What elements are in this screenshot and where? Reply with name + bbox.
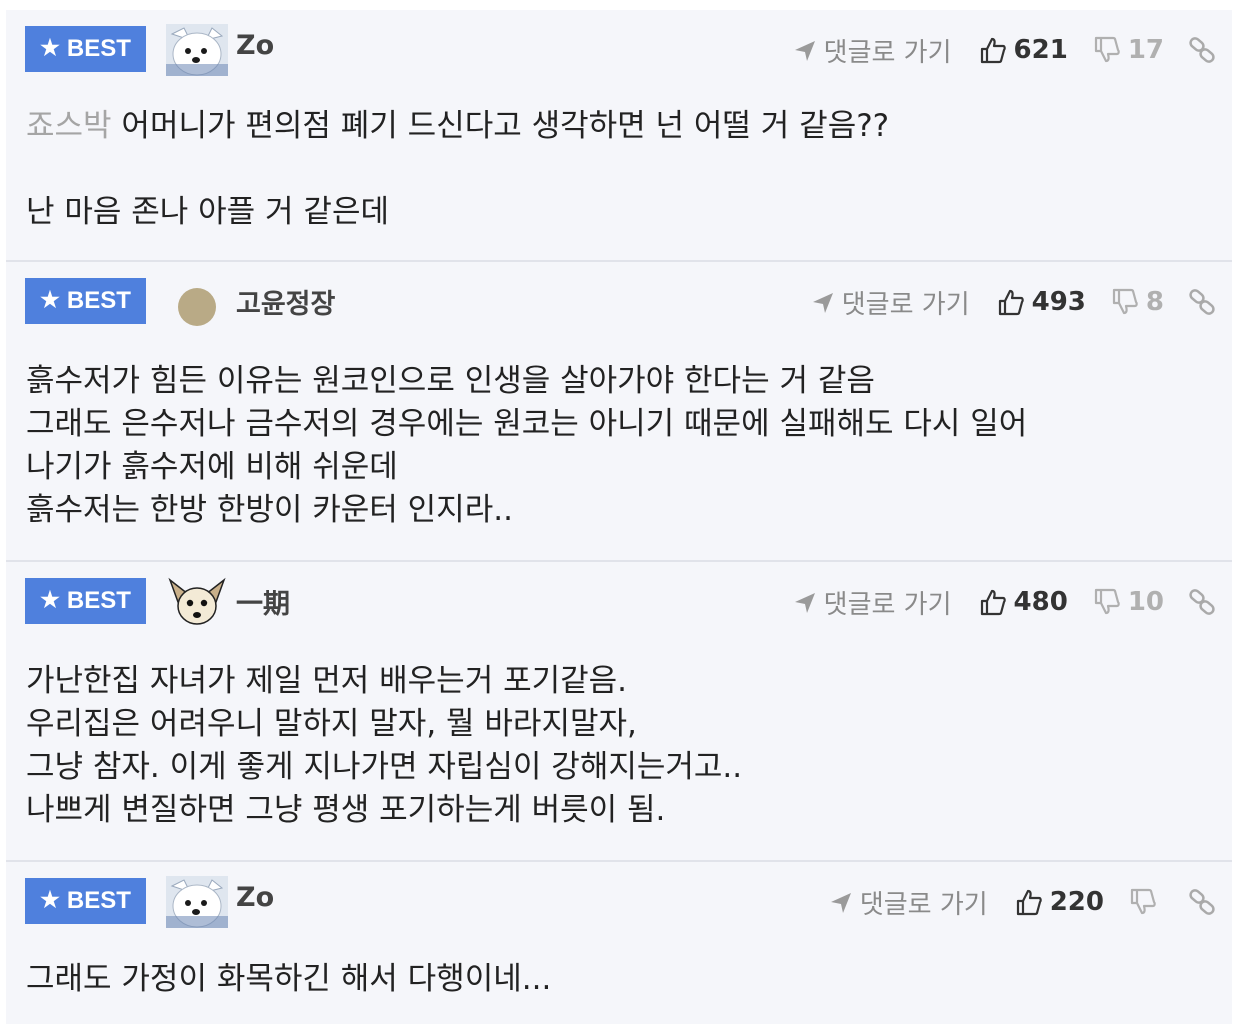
comment-line: 우리집은 어려우니 말하지 말자, 뭘 바라지말자, bbox=[26, 706, 637, 742]
star-icon: ★ bbox=[40, 35, 60, 60]
go-to-reply-button[interactable]: 댓글로 가기 bbox=[828, 884, 988, 921]
comment-item: ★ BEST 一期 댓글로 가기 480 10 가난한집 자녀가 제일 먼저 배… bbox=[6, 562, 1232, 862]
go-to-reply-label: 댓글로 가기 bbox=[823, 589, 952, 620]
comment-actions: 댓글로 가기 220 bbox=[828, 884, 1216, 920]
comment-header: ★ BEST 고윤정장 댓글로 가기 493 8 bbox=[6, 276, 1232, 326]
dislike-count: 8 bbox=[1145, 287, 1164, 317]
like-count: 493 bbox=[1031, 287, 1086, 317]
best-badge-label: BEST bbox=[66, 887, 131, 914]
thumbs-down-icon bbox=[1094, 588, 1120, 615]
like-button[interactable]: 493 bbox=[998, 287, 1086, 317]
thumbs-down-icon bbox=[1130, 888, 1156, 915]
dislike-button[interactable] bbox=[1130, 888, 1164, 916]
best-badge-label: BEST bbox=[66, 287, 131, 314]
thumbs-up-icon bbox=[980, 589, 1006, 616]
comment-body: 가난한집 자녀가 제일 먼저 배우는거 포기같음. 우리집은 어려우니 말하지 … bbox=[26, 660, 1220, 832]
like-count: 621 bbox=[1013, 35, 1068, 65]
comment-item: ★ BEST 고윤정장 댓글로 가기 493 8 흙수저가 힘든 이유는 원코인… bbox=[6, 262, 1232, 562]
send-arrow-icon bbox=[794, 41, 815, 61]
dislike-count: 10 bbox=[1127, 587, 1164, 617]
link-button[interactable] bbox=[1188, 36, 1216, 64]
comment-body: 죠스박 어머니가 편의점 폐기 드신다고 생각하면 넌 어떨 거 같음?? 난 … bbox=[26, 105, 1220, 234]
comment-line: 흙수저는 한방 한방이 카운터 인지라.. bbox=[26, 492, 513, 528]
thumbs-up-icon bbox=[980, 37, 1006, 64]
comment-line: 그래도 가정이 화목하긴 해서 다행이네... bbox=[26, 961, 552, 997]
go-to-reply-button[interactable]: 댓글로 가기 bbox=[810, 284, 970, 321]
comment-body: 흙수저가 힘든 이유는 원코인으로 인생을 살아가야 한다는 거 같음 그래도 … bbox=[26, 360, 1220, 532]
thumbs-down-icon bbox=[1112, 288, 1138, 315]
like-button[interactable]: 621 bbox=[980, 35, 1068, 65]
like-button[interactable]: 220 bbox=[1016, 887, 1104, 917]
fox-dog-avatar[interactable] bbox=[166, 576, 228, 628]
dislike-button[interactable]: 17 bbox=[1094, 35, 1164, 65]
thumbs-up-icon bbox=[1016, 889, 1042, 916]
link-icon bbox=[1189, 889, 1215, 915]
like-count: 480 bbox=[1013, 587, 1068, 617]
link-button[interactable] bbox=[1188, 888, 1216, 916]
tan-circle-avatar[interactable] bbox=[166, 276, 228, 328]
author-nickname[interactable]: Zo bbox=[236, 30, 274, 61]
comment-line: 나쁘게 변질하면 그냥 평생 포기하는게 버릇이 됨. bbox=[26, 792, 666, 828]
comment-header: ★ BEST Zo 댓글로 가기 bbox=[6, 24, 1232, 76]
like-button[interactable]: 480 bbox=[980, 587, 1068, 617]
send-arrow-icon bbox=[830, 893, 851, 913]
comment-line: 그냥 참자. 이게 좋게 지나가면 자립심이 강해지는거고.. bbox=[26, 749, 743, 785]
author-nickname[interactable]: 一期 bbox=[236, 582, 290, 621]
go-to-reply-label: 댓글로 가기 bbox=[859, 889, 988, 920]
comment-blank-line bbox=[26, 148, 1220, 191]
link-icon bbox=[1189, 289, 1215, 315]
comment-line: 난 마음 존나 아플 거 같은데 bbox=[26, 194, 389, 230]
comment-actions: 댓글로 가기 480 10 bbox=[792, 584, 1216, 620]
white-dog-avatar[interactable] bbox=[166, 876, 228, 928]
comment-line: 그래도 은수저나 금수저의 경우에는 원코는 아니기 때문에 실패해도 다시 일… bbox=[26, 406, 1028, 442]
comment-item: ★ BEST Zo 댓글로 가기 bbox=[6, 862, 1232, 1024]
link-button[interactable] bbox=[1188, 588, 1216, 616]
comment-line: 죠스박 어머니가 편의점 폐기 드신다고 생각하면 넌 어떨 거 같음?? bbox=[26, 108, 890, 144]
dislike-count: 17 bbox=[1127, 35, 1164, 65]
link-button[interactable] bbox=[1188, 288, 1216, 316]
comment-item: ★ BEST Zo 댓글로 가기 bbox=[6, 10, 1232, 262]
link-icon bbox=[1189, 589, 1215, 615]
star-icon: ★ bbox=[40, 887, 60, 912]
comment-actions: 댓글로 가기 493 8 bbox=[810, 284, 1216, 320]
send-arrow-icon bbox=[794, 593, 815, 613]
thumbs-down-icon bbox=[1094, 36, 1120, 63]
best-badge: ★ BEST bbox=[25, 578, 146, 624]
dislike-button[interactable]: 8 bbox=[1112, 287, 1164, 317]
comment-actions: 댓글로 가기 621 17 bbox=[792, 32, 1216, 68]
comment-line: 흙수저가 힘든 이유는 원코인으로 인생을 살아가야 한다는 거 같음 bbox=[26, 363, 875, 399]
dislike-button[interactable]: 10 bbox=[1094, 587, 1164, 617]
author-nickname[interactable]: 고윤정장 bbox=[236, 282, 335, 321]
best-badge-label: BEST bbox=[66, 35, 131, 62]
best-comments-list: ★ BEST Zo 댓글로 가기 621 17 죠스박 어머니가 편의점 폐기 … bbox=[6, 10, 1232, 1024]
go-to-reply-button[interactable]: 댓글로 가기 bbox=[792, 584, 952, 621]
go-to-reply-label: 댓글로 가기 bbox=[823, 37, 952, 68]
comment-header: ★ BEST 一期 댓글로 가기 480 10 bbox=[6, 576, 1232, 626]
link-icon bbox=[1189, 37, 1215, 63]
white-dog-avatar[interactable] bbox=[166, 24, 228, 76]
comment-line: 가난한집 자녀가 제일 먼저 배우는거 포기같음. bbox=[26, 663, 628, 699]
comment-header: ★ BEST Zo 댓글로 가기 bbox=[6, 876, 1232, 928]
best-badge: ★ BEST bbox=[25, 26, 146, 72]
send-arrow-icon bbox=[812, 293, 833, 313]
star-icon: ★ bbox=[40, 587, 60, 612]
star-icon: ★ bbox=[40, 287, 60, 312]
author-nickname[interactable]: Zo bbox=[236, 882, 274, 913]
like-count: 220 bbox=[1049, 887, 1104, 917]
comment-line: 나기가 흙수저에 비해 쉬운데 bbox=[26, 449, 398, 485]
thumbs-up-icon bbox=[998, 289, 1024, 316]
go-to-reply-label: 댓글로 가기 bbox=[841, 289, 970, 320]
best-badge-label: BEST bbox=[66, 587, 131, 614]
go-to-reply-button[interactable]: 댓글로 가기 bbox=[792, 32, 952, 69]
best-badge: ★ BEST bbox=[25, 278, 146, 324]
mention-tag[interactable]: 죠스박 bbox=[26, 108, 112, 144]
best-badge: ★ BEST bbox=[25, 878, 146, 924]
comment-body: 그래도 가정이 화목하긴 해서 다행이네... bbox=[26, 958, 1220, 1001]
